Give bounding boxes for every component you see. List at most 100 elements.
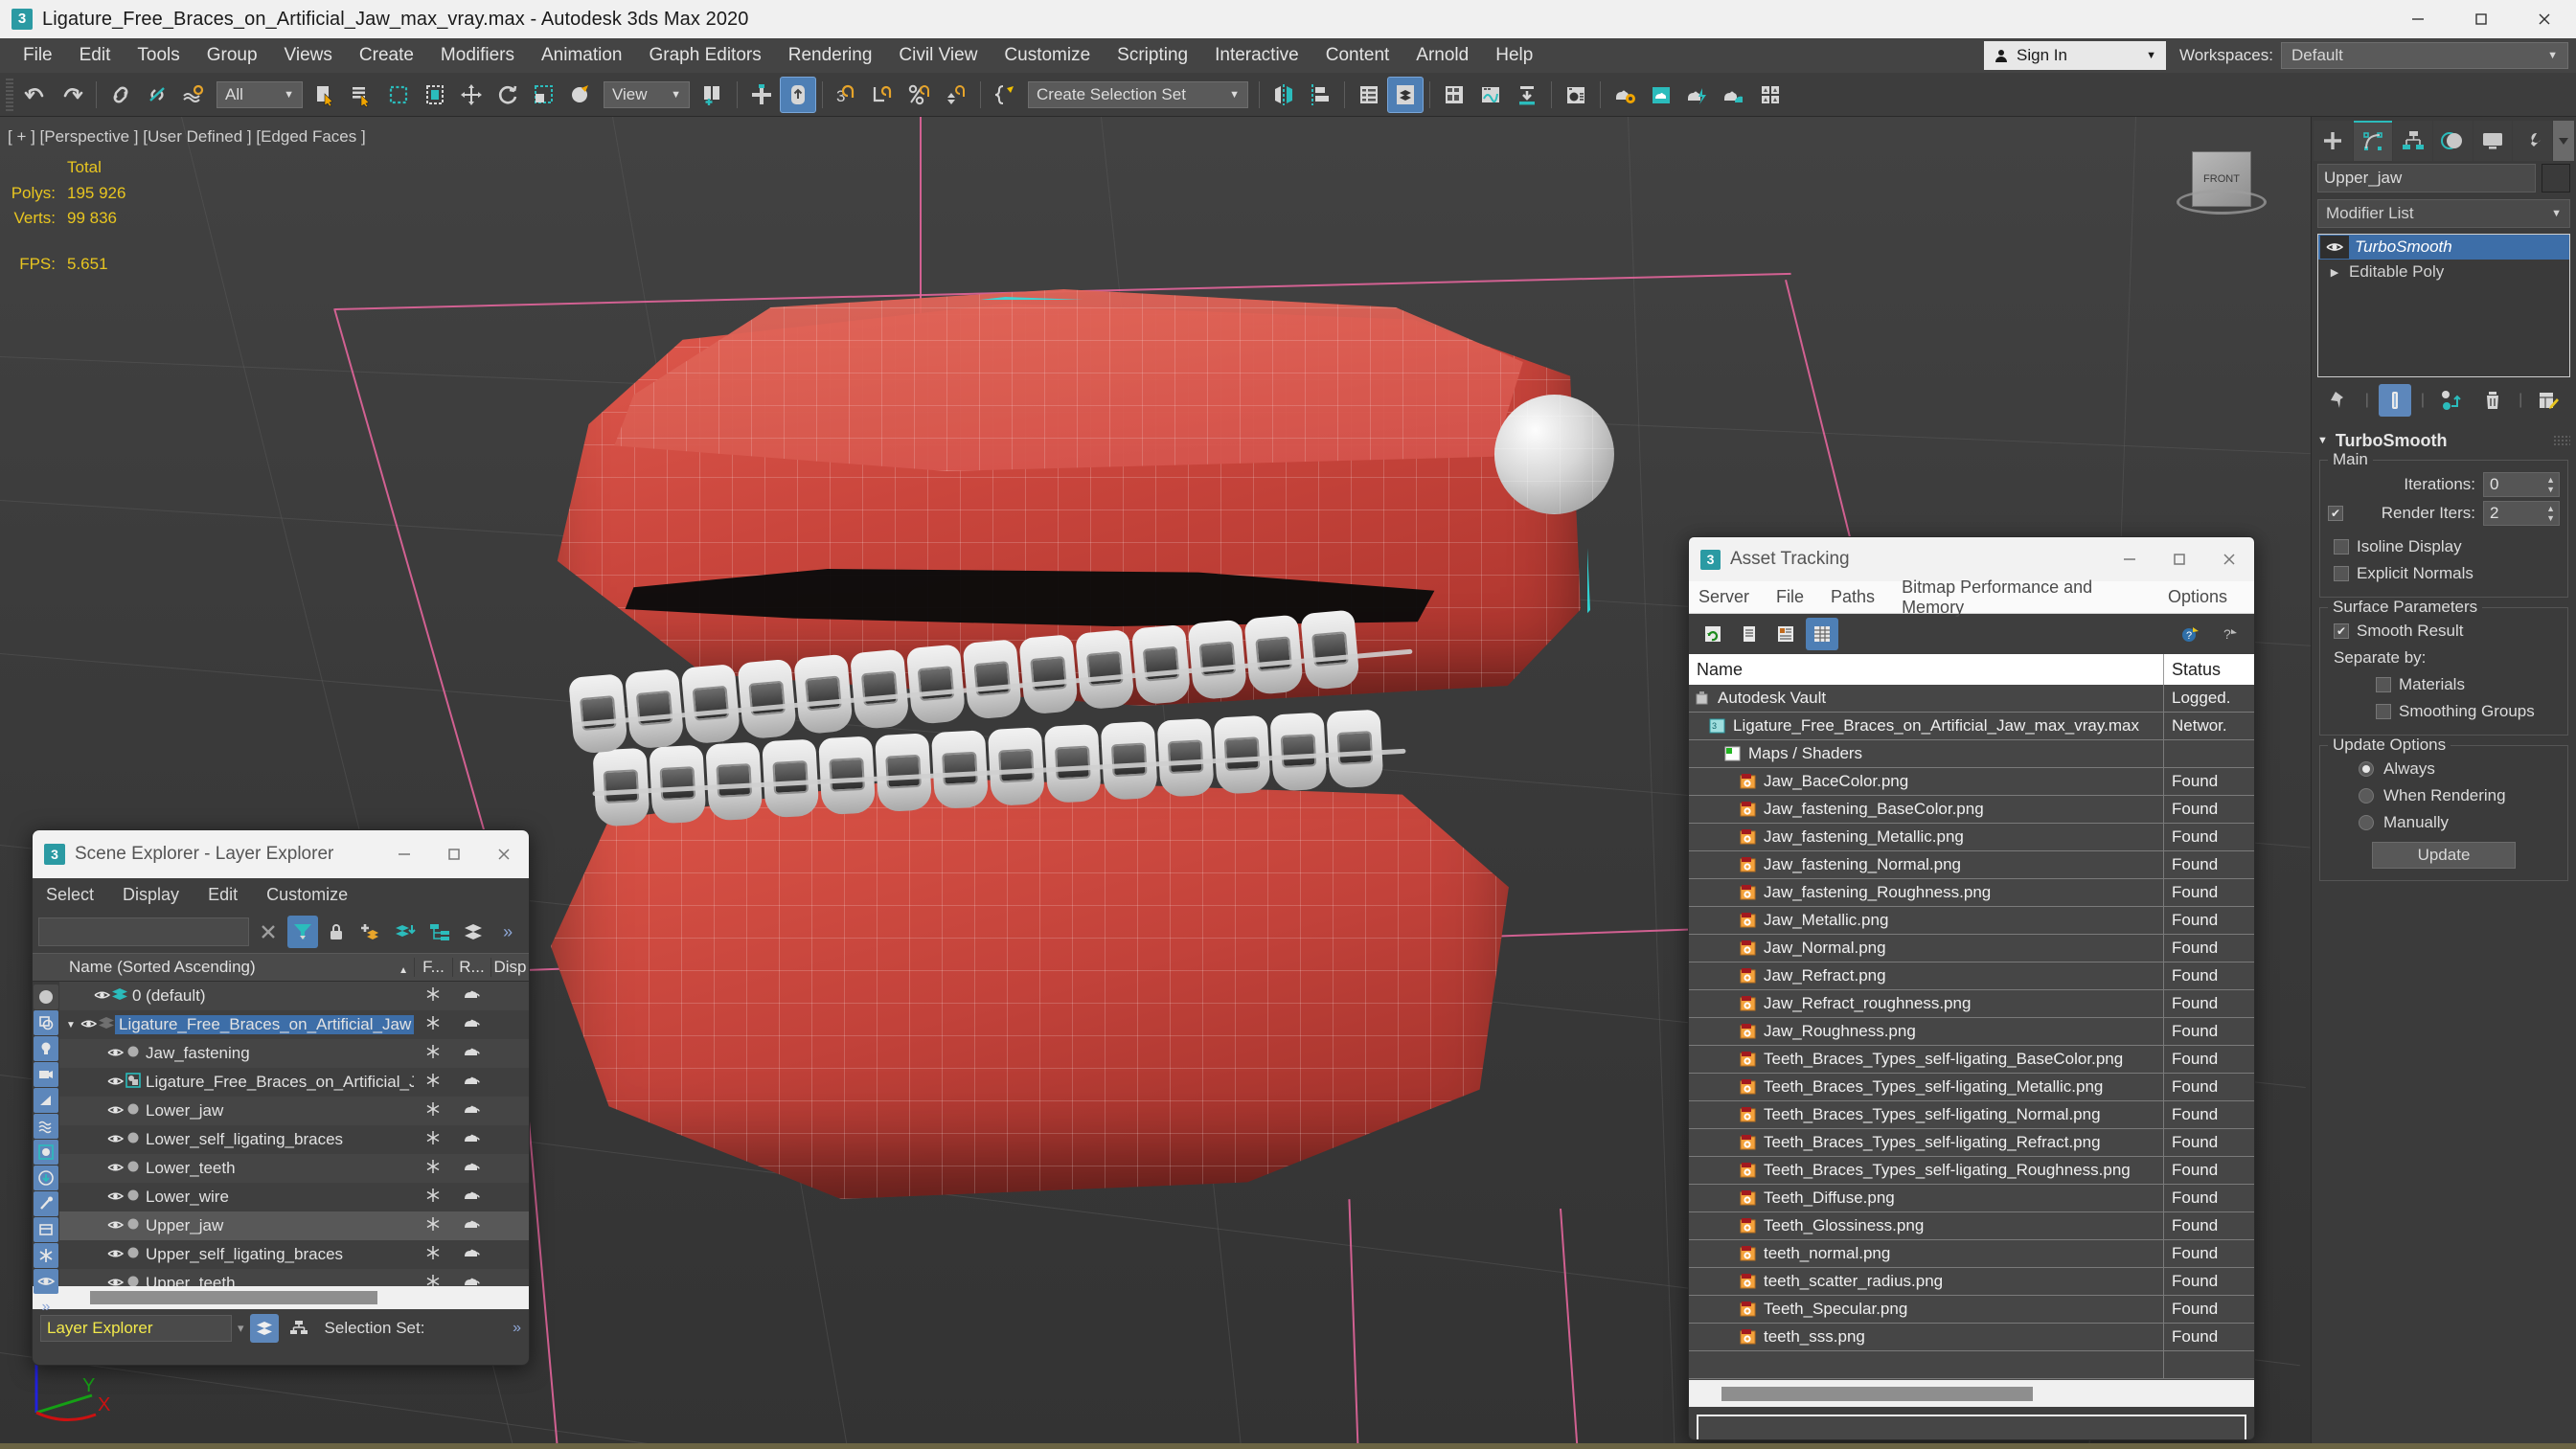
scene-explorer-titlebar[interactable]: 3 Scene Explorer - Layer Explorer bbox=[33, 830, 529, 878]
visibility-eye-icon[interactable] bbox=[105, 1044, 125, 1063]
visibility-eye-icon[interactable] bbox=[105, 1274, 125, 1286]
bind-to-space-warp-icon[interactable] bbox=[175, 77, 212, 113]
object-color-swatch[interactable] bbox=[2542, 164, 2570, 192]
asset-column-status[interactable]: Status bbox=[2164, 660, 2254, 680]
a360-render-icon[interactable] bbox=[1752, 77, 1789, 113]
menu-create[interactable]: Create bbox=[346, 38, 427, 73]
asset-tracking-row[interactable]: Jaw_Roughness.png Found bbox=[1689, 1017, 2254, 1046]
render-in-viewport-icon[interactable] bbox=[1643, 77, 1679, 113]
select-by-name-icon[interactable] bbox=[344, 77, 380, 113]
toggle-layer-explorer-icon[interactable] bbox=[1387, 76, 1424, 113]
use-selection-center-icon[interactable] bbox=[743, 77, 780, 113]
update-option-manually[interactable]: Manually bbox=[2328, 809, 2560, 836]
asset-menu-file[interactable]: File bbox=[1776, 587, 1804, 607]
scene-explorer-menu-customize[interactable]: Customize bbox=[266, 885, 348, 905]
selection-filter-dropdown[interactable]: All ▼ bbox=[217, 80, 303, 108]
render-cell[interactable] bbox=[452, 1044, 490, 1063]
layer-view-toggle-icon[interactable] bbox=[249, 1314, 279, 1343]
menu-modifiers[interactable]: Modifiers bbox=[427, 38, 528, 73]
asset-tracking-row[interactable]: Maps / Shaders bbox=[1689, 739, 2254, 768]
show-end-result-icon[interactable] bbox=[2378, 384, 2411, 417]
asset-tracking-row[interactable]: Jaw_BaceColor.png Found bbox=[1689, 767, 2254, 796]
freeze-cell[interactable] bbox=[414, 1216, 452, 1236]
viewport-label[interactable]: [ + ] [Perspective ] [User Defined ] [Ed… bbox=[8, 125, 366, 149]
visibility-eye-icon[interactable] bbox=[105, 1245, 125, 1264]
jaw-fastening-ball[interactable] bbox=[1494, 395, 1614, 514]
scene-explorer-dialog[interactable]: 3 Scene Explorer - Layer Explorer Select… bbox=[32, 829, 530, 1366]
toggle-scene-explorer-icon[interactable] bbox=[1351, 77, 1387, 113]
use-pivot-point-center-icon[interactable] bbox=[695, 77, 731, 113]
scene-explorer-menu-display[interactable]: Display bbox=[123, 885, 179, 905]
asset-tracking-row[interactable]: Teeth_Diffuse.png Found bbox=[1689, 1184, 2254, 1212]
freeze-cell[interactable] bbox=[414, 1159, 452, 1179]
visibility-eye-icon[interactable] bbox=[105, 1101, 125, 1121]
filter-bones-icon[interactable] bbox=[34, 1191, 58, 1216]
select-layer-objects-icon[interactable] bbox=[459, 916, 490, 948]
tab-modify[interactable] bbox=[2353, 121, 2393, 161]
freeze-cell[interactable] bbox=[414, 1073, 452, 1093]
hierarchy-view-toggle-icon[interactable] bbox=[285, 1314, 313, 1343]
render-cell[interactable] bbox=[452, 1274, 490, 1286]
menu-tools[interactable]: Tools bbox=[124, 38, 193, 73]
asset-tracking-horizontal-scrollbar[interactable] bbox=[1689, 1380, 2254, 1407]
view-cube[interactable]: FRONT bbox=[2163, 130, 2278, 236]
scene-explorer-search-input[interactable] bbox=[38, 917, 249, 946]
render-setup-icon[interactable] bbox=[1509, 77, 1545, 113]
render-production-settings-icon[interactable] bbox=[1607, 77, 1643, 113]
filter-helpers-icon[interactable] bbox=[34, 1088, 58, 1113]
menu-interactive[interactable]: Interactive bbox=[1201, 38, 1312, 73]
asset-tracking-row[interactable]: Teeth_Braces_Types_self-ligating_Normal.… bbox=[1689, 1100, 2254, 1129]
pin-stack-icon[interactable] bbox=[2323, 384, 2356, 417]
asset-tracking-row[interactable]: teeth_scatter_radius.png Found bbox=[1689, 1267, 2254, 1296]
scene-explorer-horizontal-scrollbar[interactable] bbox=[33, 1286, 529, 1309]
align-icon[interactable] bbox=[1302, 77, 1338, 113]
unlink-selection-icon[interactable] bbox=[139, 77, 175, 113]
asset-menu-bitmap-performance[interactable]: Bitmap Performance and Memory bbox=[1902, 577, 2141, 618]
render-cell[interactable] bbox=[452, 1245, 490, 1264]
freeze-cell[interactable] bbox=[414, 1188, 452, 1208]
freeze-cell[interactable] bbox=[414, 1044, 452, 1064]
select-object-icon[interactable] bbox=[308, 77, 344, 113]
command-panel-overflow-icon[interactable] bbox=[2553, 121, 2575, 161]
select-and-scale-icon[interactable] bbox=[526, 77, 562, 113]
scene-explorer-menu-edit[interactable]: Edit bbox=[208, 885, 238, 905]
menu-help[interactable]: Help bbox=[1482, 38, 1546, 73]
asset-tracking-row[interactable] bbox=[1689, 1350, 2254, 1379]
expand-arrow-icon[interactable]: ▶ bbox=[2320, 266, 2349, 279]
menu-views[interactable]: Views bbox=[271, 38, 346, 73]
asset-tracking-row[interactable]: Jaw_Refract_roughness.png Found bbox=[1689, 989, 2254, 1018]
menu-content[interactable]: Content bbox=[1312, 38, 1403, 73]
spinner-arrows-icon[interactable]: ▲ ▼ bbox=[2546, 475, 2555, 494]
layer-hierarchy-icon[interactable] bbox=[424, 916, 455, 948]
configure-modifier-sets-icon[interactable] bbox=[2532, 384, 2565, 417]
freeze-cell[interactable] bbox=[414, 1101, 452, 1121]
smoothing-groups-row[interactable]: Smoothing Groups bbox=[2328, 698, 2560, 725]
explorer-mode-combo[interactable]: Layer Explorer bbox=[40, 1315, 232, 1342]
quick-render-icon[interactable] bbox=[1679, 77, 1716, 113]
menu-edit[interactable]: Edit bbox=[66, 38, 125, 73]
asset-tracking-row[interactable]: Autodesk Vault Logged. bbox=[1689, 685, 2254, 713]
help-icon[interactable]: ? bbox=[2174, 618, 2206, 650]
filter-geometry-icon[interactable] bbox=[34, 985, 58, 1009]
manually-radio[interactable] bbox=[2359, 815, 2374, 830]
object-name-field[interactable]: Upper_jaw bbox=[2317, 164, 2536, 192]
spinner-arrows-icon[interactable]: ▲ ▼ bbox=[2546, 504, 2555, 523]
explorer-mode-chevron-icon[interactable]: ▾ bbox=[238, 1321, 244, 1336]
menu-scripting[interactable]: Scripting bbox=[1104, 38, 1201, 73]
smooth-result-checkbox[interactable]: ✔ bbox=[2334, 623, 2349, 639]
isoline-display-row[interactable]: Isoline Display bbox=[2328, 533, 2560, 560]
asset-tracking-row[interactable]: Teeth_Specular.png Found bbox=[1689, 1295, 2254, 1324]
modifier-stack[interactable]: TurboSmooth ▶ Editable Poly bbox=[2317, 234, 2570, 377]
curve-editor-icon[interactable] bbox=[1472, 77, 1509, 113]
update-button[interactable]: Update bbox=[2372, 842, 2516, 869]
filter-hidden-icon[interactable] bbox=[34, 1269, 58, 1294]
isoline-display-checkbox[interactable] bbox=[2334, 539, 2349, 555]
materials-checkbox[interactable] bbox=[2376, 677, 2391, 692]
visibility-eye-icon[interactable] bbox=[105, 1073, 125, 1092]
maximize-button[interactable] bbox=[2450, 0, 2513, 38]
refresh-icon[interactable] bbox=[1697, 618, 1729, 650]
render-cell[interactable] bbox=[452, 1130, 490, 1149]
modifier-stack-item-editable-poly[interactable]: ▶ Editable Poly bbox=[2318, 260, 2569, 284]
menu-customize[interactable]: Customize bbox=[991, 38, 1104, 73]
visibility-eye-icon[interactable] bbox=[105, 1130, 125, 1149]
